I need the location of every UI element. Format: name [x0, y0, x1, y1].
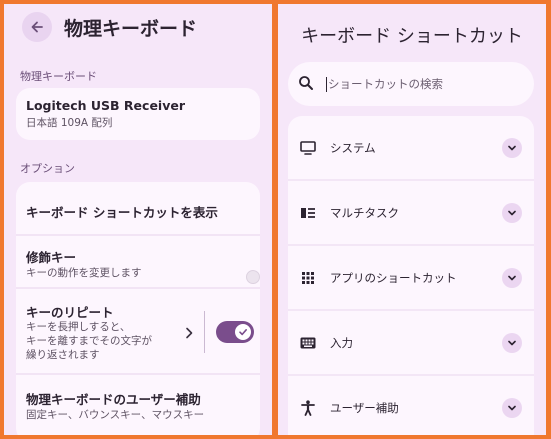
shortcut-categories: システム マルチタスク アプリのショートカット 入力 ユーザー補助	[288, 116, 534, 435]
device-name: Logitech USB Receiver	[26, 98, 185, 113]
key-repeat-subtitle-line1: キーを長押しすると、	[26, 321, 131, 333]
category-system[interactable]: システム	[288, 116, 534, 179]
search-icon	[299, 76, 313, 90]
device-layout: 日本語 109A 配列	[26, 117, 113, 129]
key-repeat-subtitle-line3: 繰り返されます	[26, 349, 100, 361]
chevron-down-icon[interactable]	[502, 138, 522, 158]
modifier-keys-item[interactable]: 修飾キー キーの動作を変更します	[16, 236, 260, 287]
shortcuts-title: キーボード ショートカット	[301, 26, 523, 47]
category-label: マルチタスク	[330, 206, 399, 220]
chevron-down-icon[interactable]	[502, 398, 522, 418]
apps-grid-icon	[300, 270, 316, 286]
keyboard-settings-panel: 物理キーボード 物理キーボード Logitech USB Receiver 日本…	[4, 4, 272, 435]
modifier-keys-title: 修飾キー	[26, 250, 77, 265]
keyboard-icon	[300, 335, 316, 351]
category-label: 入力	[330, 336, 353, 350]
key-repeat-toggle[interactable]	[216, 321, 254, 343]
category-label: ユーザー補助	[330, 401, 399, 415]
chevron-down-icon[interactable]	[502, 203, 522, 223]
key-repeat-title: キーのリピート	[26, 305, 114, 320]
vertical-divider	[204, 311, 205, 353]
category-label: アプリのショートカット	[330, 271, 457, 285]
show-shortcuts-item[interactable]: キーボード ショートカットを表示	[16, 182, 260, 234]
check-icon	[239, 329, 247, 336]
search-bar[interactable]	[288, 62, 534, 106]
category-label: システム	[330, 141, 376, 155]
back-button[interactable]	[22, 12, 52, 42]
modifier-keys-subtitle: キーの動作を変更します	[26, 267, 142, 279]
arrow-back-icon	[31, 21, 43, 33]
key-repeat-item[interactable]: キーのリピート キーを長押しすると、 キーを離すまでその文字が 繰り返されます	[16, 289, 260, 373]
monitor-icon	[300, 140, 316, 156]
toggle-knob	[235, 324, 251, 340]
keyboard-accessibility-title: 物理キーボードのユーザー補助	[26, 392, 201, 407]
chevron-right-icon[interactable]	[184, 327, 194, 339]
category-input[interactable]: 入力	[288, 311, 534, 374]
key-repeat-subtitle-line2: キーを離すまでその文字が	[26, 335, 152, 347]
show-shortcuts-label: キーボード ショートカットを表示	[26, 205, 218, 220]
section-label-keyboard: 物理キーボード	[20, 70, 97, 83]
multitask-icon	[300, 205, 316, 221]
accessibility-icon	[300, 400, 316, 416]
chevron-down-icon[interactable]	[502, 333, 522, 353]
page-title: 物理キーボード	[64, 18, 198, 40]
keyboard-device-card[interactable]: Logitech USB Receiver 日本語 109A 配列	[16, 88, 260, 140]
chevron-down-icon[interactable]	[502, 268, 522, 288]
keyboard-accessibility-item[interactable]: 物理キーボードのユーザー補助 固定キー、バウンスキー、マウスキー	[16, 375, 260, 435]
category-multitask[interactable]: マルチタスク	[288, 181, 534, 244]
category-accessibility[interactable]: ユーザー補助	[288, 376, 534, 435]
category-app-shortcuts[interactable]: アプリのショートカット	[288, 246, 534, 309]
section-label-options: オプション	[20, 162, 75, 175]
options-card: キーボード ショートカットを表示 修飾キー キーの動作を変更します キーのリピー…	[16, 182, 260, 435]
keyboard-accessibility-subtitle: 固定キー、バウンスキー、マウスキー	[26, 409, 205, 421]
keyboard-shortcuts-panel: キーボード ショートカット システム	[278, 4, 546, 435]
scroll-indicator[interactable]	[246, 270, 260, 284]
search-input[interactable]	[328, 74, 518, 94]
text-cursor	[326, 77, 327, 92]
